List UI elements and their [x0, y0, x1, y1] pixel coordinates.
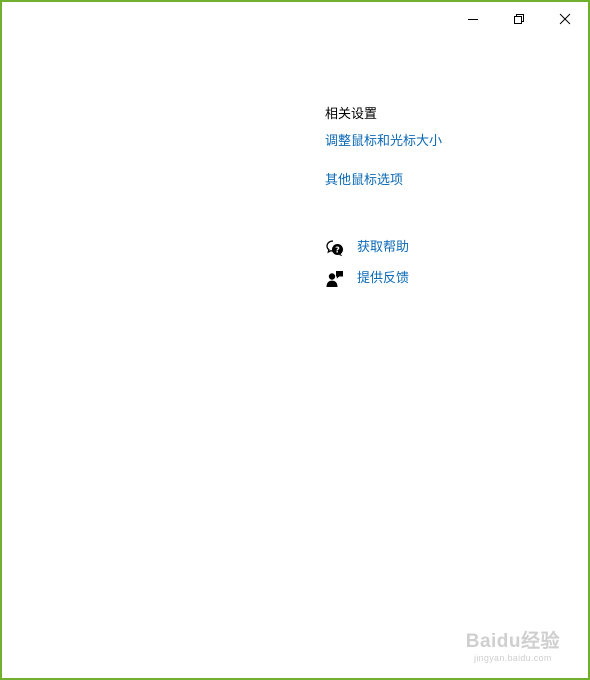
get-help-row[interactable]: ? 获取帮助	[325, 238, 409, 258]
related-settings-title: 相关设置	[325, 107, 378, 122]
settings-window: 相关设置 调整鼠标和光标大小 其他鼠标选项 ? 获取帮助 提供反馈 Baidu经…	[0, 0, 590, 680]
restore-button[interactable]	[496, 2, 542, 36]
feedback-icon	[325, 269, 345, 289]
watermark: Baidu经验 jingyan.baidu.com	[466, 631, 560, 664]
give-feedback-link[interactable]: 提供反馈	[357, 269, 409, 289]
additional-mouse-options-link[interactable]: 其他鼠标选项	[325, 171, 403, 191]
close-button[interactable]	[542, 2, 588, 36]
give-feedback-row[interactable]: 提供反馈	[325, 269, 409, 289]
get-help-link[interactable]: 获取帮助	[357, 238, 409, 258]
watermark-url: jingyan.baidu.com	[474, 653, 552, 663]
svg-text:?: ?	[335, 246, 340, 255]
restore-icon	[514, 14, 524, 24]
title-bar	[450, 2, 588, 36]
get-help-icon: ?	[325, 238, 345, 258]
close-icon	[559, 13, 571, 25]
minimize-button[interactable]	[450, 2, 496, 36]
minimize-icon	[468, 19, 478, 20]
adjust-mouse-cursor-size-link[interactable]: 调整鼠标和光标大小	[325, 132, 442, 152]
related-settings-section: 相关设置 调整鼠标和光标大小 其他鼠标选项	[325, 105, 442, 188]
watermark-logo: Baidu经验	[465, 631, 560, 652]
